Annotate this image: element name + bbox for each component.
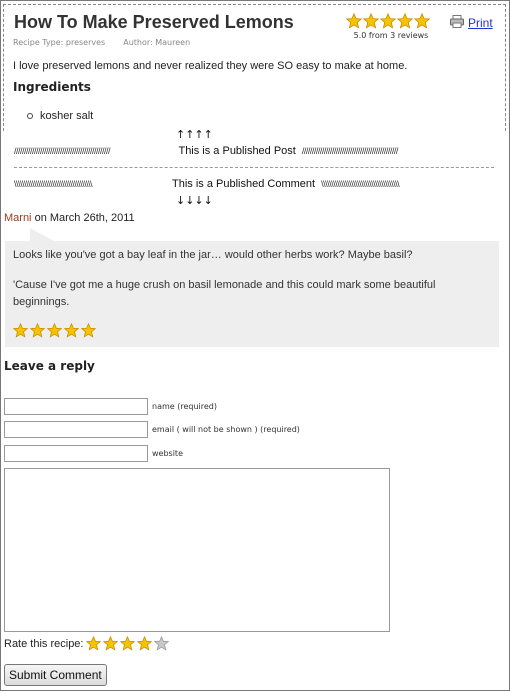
filled-star-icon xyxy=(396,12,414,29)
website-row: website xyxy=(4,445,183,462)
name-field[interactable] xyxy=(4,398,148,415)
filled-star-icon xyxy=(345,12,363,29)
name-label: name (required) xyxy=(152,402,217,411)
filled-star-icon xyxy=(80,322,97,338)
website-label: website xyxy=(152,449,183,458)
print-label: Print xyxy=(468,16,493,30)
comment-meta: Marni on March 26th, 2011 xyxy=(4,212,135,224)
empty-star-icon[interactable] xyxy=(154,635,170,651)
filled-star-icon xyxy=(362,12,380,29)
recipe-rating: 5.0 from 3 reviews xyxy=(345,12,436,40)
published-comment-label: This is a Published Comment xyxy=(172,178,316,190)
rate-label: Rate this recipe: xyxy=(4,637,84,650)
filled-star-icon xyxy=(46,322,63,338)
submit-comment-button[interactable]: Submit Comment xyxy=(4,664,107,686)
comment-paragraph-2: 'Cause I've got me a huge crush on basil… xyxy=(13,279,436,308)
down-arrows: ↓↓↓↓ xyxy=(176,194,213,207)
comment-slashes-left: \\\\\\\\\\\\\\\\\\\\\\\\\\\\\\\\\\\\\\\ xyxy=(14,179,93,189)
comment-date: on March 26th, 2011 xyxy=(31,212,135,224)
filled-star-icon[interactable] xyxy=(120,635,136,651)
filled-star-icon[interactable] xyxy=(103,635,119,651)
website-field[interactable] xyxy=(4,445,148,462)
name-row: name (required) xyxy=(4,398,217,415)
recipe-title: How To Make Preserved Lemons xyxy=(14,12,294,32)
comment-textarea[interactable] xyxy=(4,468,390,632)
recipe-meta: Recipe Type: preserves Author: Maureen xyxy=(13,38,190,47)
recipe-type: Recipe Type: preserves xyxy=(13,38,106,47)
comment-paragraph-1: Looks like you've got a bay leaf in the … xyxy=(13,249,413,261)
ingredient-text: kosher salt xyxy=(40,110,94,122)
filled-star-icon xyxy=(12,322,29,338)
recipe-rating-stars xyxy=(345,12,436,29)
up-arrows: ↑↑↑↑ xyxy=(176,128,213,141)
published-comment-marker: \\\\\\\\\\\\\\\\\\\\\\\\\\\\\\\\\\\\\\\ … xyxy=(14,178,494,190)
print-link[interactable]: Print xyxy=(450,15,493,31)
comment-bubble: Looks like you've got a bay leaf in the … xyxy=(5,241,499,347)
published-post-label: This is a Published Post xyxy=(178,145,296,157)
filled-star-icon[interactable] xyxy=(86,635,102,651)
post-slashes-left: ////////////////////////////////////////… xyxy=(14,146,111,156)
rate-recipe-row: Rate this recipe: xyxy=(4,635,170,651)
rate-stars[interactable] xyxy=(86,635,170,651)
email-field[interactable] xyxy=(4,421,148,438)
email-row: email ( will not be shown ) (required) xyxy=(4,421,300,438)
email-label: email ( will not be shown ) (required) xyxy=(152,425,300,434)
leave-reply-heading: Leave a reply xyxy=(4,359,95,373)
post-slashes-right: ////////////////////////////////////////… xyxy=(301,146,399,156)
filled-star-icon xyxy=(413,12,431,29)
ingredients-heading: Ingredients xyxy=(13,80,91,94)
recipe-author: Author: Maureen xyxy=(123,38,191,47)
ingredient-item: kosher salt xyxy=(27,110,93,122)
recipe-intro: I love preserved lemons and never realiz… xyxy=(13,60,408,72)
comment-slashes-right: \\\\\\\\\\\\\\\\\\\\\\\\\\\\\\\\\\\\\\\ xyxy=(321,179,400,189)
bullet-icon xyxy=(27,113,33,119)
published-post-marker: ////////////////////////////////////////… xyxy=(14,145,494,157)
rating-summary: 5.0 from 3 reviews xyxy=(353,31,429,40)
comment-rating-stars xyxy=(12,322,97,338)
printer-icon xyxy=(450,15,464,31)
comment-bubble-tail xyxy=(30,228,54,241)
filled-star-icon[interactable] xyxy=(137,635,153,651)
separator xyxy=(14,167,494,168)
filled-star-icon xyxy=(379,12,397,29)
filled-star-icon xyxy=(29,322,46,338)
filled-star-icon xyxy=(63,322,80,338)
comment-author[interactable]: Marni xyxy=(4,212,32,224)
